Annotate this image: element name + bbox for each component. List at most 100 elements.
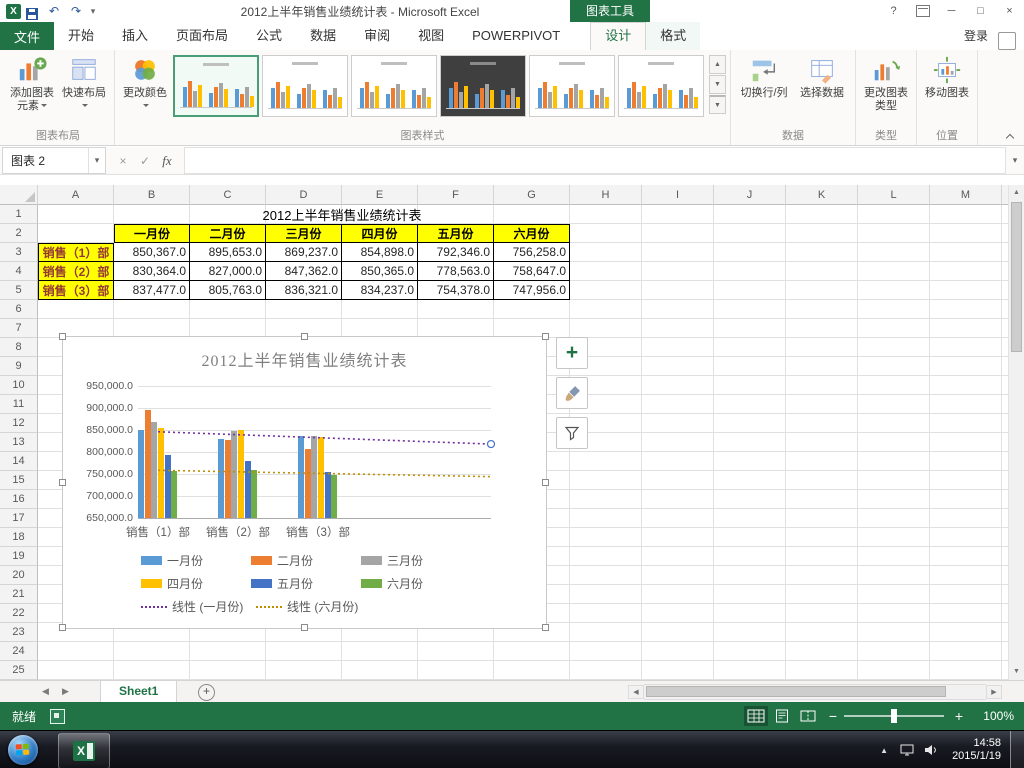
cell-L21[interactable] bbox=[858, 585, 930, 604]
gallery-scroll-down-button[interactable]: ▼ bbox=[709, 75, 726, 94]
chart-resize-handle[interactable] bbox=[542, 333, 549, 340]
cell-J20[interactable] bbox=[714, 566, 786, 585]
cell-I21[interactable] bbox=[642, 585, 714, 604]
cell-K17[interactable] bbox=[786, 509, 858, 528]
row-header-5[interactable]: 5 bbox=[0, 281, 38, 300]
cell-I5[interactable] bbox=[642, 281, 714, 300]
cell-A4[interactable]: 销售（2）部 bbox=[38, 262, 114, 281]
column-header-F[interactable]: F bbox=[418, 185, 494, 205]
cell-K7[interactable] bbox=[786, 319, 858, 338]
cell-I10[interactable] bbox=[642, 376, 714, 395]
column-header-B[interactable]: B bbox=[114, 185, 190, 205]
cell-M16[interactable] bbox=[930, 490, 1002, 509]
cell-J8[interactable] bbox=[714, 338, 786, 357]
cell-I4[interactable] bbox=[642, 262, 714, 281]
cell-K15[interactable] bbox=[786, 471, 858, 490]
cell-D5[interactable]: 836,321.0 bbox=[266, 281, 342, 300]
cell-M24[interactable] bbox=[930, 642, 1002, 661]
column-header-C[interactable]: C bbox=[190, 185, 266, 205]
cell-C25[interactable] bbox=[190, 661, 266, 680]
legend-二月份[interactable]: 二月份 bbox=[251, 552, 313, 569]
row-header-10[interactable]: 10 bbox=[0, 376, 38, 395]
change-chart-type-button[interactable]: 更改图表类型 bbox=[860, 52, 912, 116]
cell-C5[interactable]: 805,763.0 bbox=[190, 281, 266, 300]
chart-resize-handle[interactable] bbox=[59, 624, 66, 631]
cell-L3[interactable] bbox=[858, 243, 930, 262]
cell-I11[interactable] bbox=[642, 395, 714, 414]
cell-M9[interactable] bbox=[930, 357, 1002, 376]
row-header-21[interactable]: 21 bbox=[0, 585, 38, 604]
cell-E5[interactable]: 834,237.0 bbox=[342, 281, 418, 300]
cell-H6[interactable] bbox=[570, 300, 642, 319]
cell-L24[interactable] bbox=[858, 642, 930, 661]
formula-input[interactable] bbox=[185, 147, 1006, 174]
cell-H20[interactable] bbox=[570, 566, 642, 585]
cell-I22[interactable] bbox=[642, 604, 714, 623]
formula-bar-expand-button[interactable]: ▾ bbox=[1006, 147, 1024, 174]
row-header-7[interactable]: 7 bbox=[0, 319, 38, 338]
sheet-tab-sheet1[interactable]: Sheet1 bbox=[100, 681, 178, 702]
name-box-dropdown-icon[interactable]: ▾ bbox=[88, 148, 105, 173]
cell-G6[interactable] bbox=[494, 300, 570, 319]
cell-D24[interactable] bbox=[266, 642, 342, 661]
cell-M5[interactable] bbox=[930, 281, 1002, 300]
chart-resize-handle[interactable] bbox=[300, 624, 308, 631]
cell-H23[interactable] bbox=[570, 623, 642, 642]
cell-F3[interactable]: 792,346.0 bbox=[418, 243, 494, 262]
cell-H25[interactable] bbox=[570, 661, 642, 680]
cell-H17[interactable] bbox=[570, 509, 642, 528]
column-header-E[interactable]: E bbox=[342, 185, 418, 205]
taskbar-clock[interactable]: 14:58 2015/1/19 bbox=[952, 737, 1001, 763]
chart-style-thumbnail-样式 3[interactable] bbox=[351, 55, 437, 117]
cell-A24[interactable] bbox=[38, 642, 114, 661]
row-header-3[interactable]: 3 bbox=[0, 243, 38, 262]
cell-B25[interactable] bbox=[114, 661, 190, 680]
tab-数据[interactable]: 数据 bbox=[296, 22, 350, 50]
cell-K6[interactable] bbox=[786, 300, 858, 319]
cell-F25[interactable] bbox=[418, 661, 494, 680]
scroll-down-icon[interactable]: ▼ bbox=[1009, 664, 1024, 680]
network-icon[interactable] bbox=[900, 744, 914, 756]
cell-G3[interactable]: 756,258.0 bbox=[494, 243, 570, 262]
cell-B2[interactable]: 一月份 bbox=[114, 224, 190, 243]
start-button[interactable] bbox=[8, 735, 38, 765]
cell-J19[interactable] bbox=[714, 547, 786, 566]
cell-L22[interactable] bbox=[858, 604, 930, 623]
cell-M21[interactable] bbox=[930, 585, 1002, 604]
cell-A3[interactable]: 销售（1）部 bbox=[38, 243, 114, 262]
scroll-right-icon[interactable]: ▶ bbox=[986, 685, 1002, 699]
sign-in-button[interactable]: 登录 bbox=[954, 22, 998, 50]
cell-L11[interactable] bbox=[858, 395, 930, 414]
chart-resize-handle[interactable] bbox=[542, 624, 549, 631]
zoom-out-button[interactable]: − bbox=[824, 708, 842, 724]
zoom-level[interactable]: 100% bbox=[976, 709, 1014, 723]
cell-J15[interactable] bbox=[714, 471, 786, 490]
row-header-12[interactable]: 12 bbox=[0, 414, 38, 433]
cell-L1[interactable] bbox=[858, 205, 930, 224]
volume-icon[interactable] bbox=[924, 744, 938, 756]
cell-I8[interactable] bbox=[642, 338, 714, 357]
scrollbar-thumb[interactable] bbox=[1011, 202, 1022, 352]
scroll-up-icon[interactable]: ▲ bbox=[1009, 185, 1024, 201]
cell-F2[interactable]: 五月份 bbox=[418, 224, 494, 243]
gallery-more-button[interactable]: ▼ bbox=[709, 95, 726, 114]
legend-线性 (六月份)[interactable]: 线性 (六月份) bbox=[256, 598, 358, 615]
cell-J12[interactable] bbox=[714, 414, 786, 433]
column-header-L[interactable]: L bbox=[858, 185, 930, 205]
column-header-M[interactable]: M bbox=[930, 185, 1002, 205]
cell-H1[interactable] bbox=[570, 205, 642, 224]
cell-B4[interactable]: 830,364.0 bbox=[114, 262, 190, 281]
tab-开始[interactable]: 开始 bbox=[54, 22, 108, 50]
page-layout-view-button[interactable] bbox=[770, 706, 794, 726]
cell-B24[interactable] bbox=[114, 642, 190, 661]
cell-I15[interactable] bbox=[642, 471, 714, 490]
normal-view-button[interactable] bbox=[744, 706, 768, 726]
column-header-A[interactable]: A bbox=[38, 185, 114, 205]
cell-K16[interactable] bbox=[786, 490, 858, 509]
cell-I14[interactable] bbox=[642, 452, 714, 471]
cell-J1[interactable] bbox=[714, 205, 786, 224]
switch-row-column-button[interactable]: 切换行/列 bbox=[735, 52, 793, 103]
cell-J22[interactable] bbox=[714, 604, 786, 623]
enter-button[interactable]: ✓ bbox=[134, 154, 156, 168]
cell-M12[interactable] bbox=[930, 414, 1002, 433]
